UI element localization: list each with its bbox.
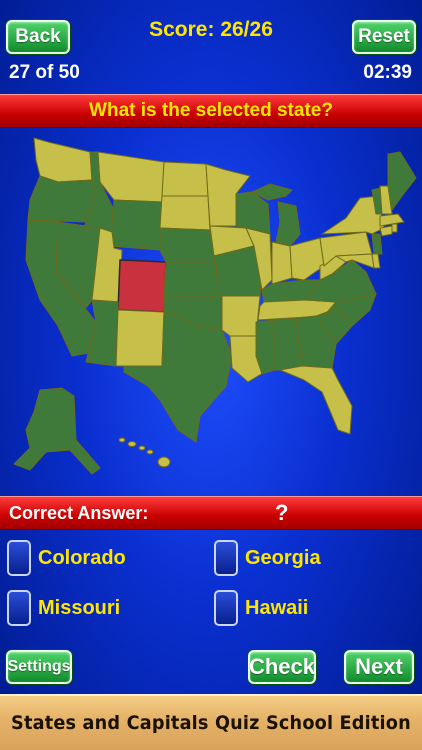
option-colorado[interactable]: Colorado [7, 539, 126, 577]
state-hawaii[interactable] [118, 437, 171, 468]
state-connecticut[interactable] [379, 225, 393, 237]
timer: 02:39 [363, 62, 412, 83]
state-michigan[interactable] [275, 201, 301, 247]
settings-button[interactable]: Settings [6, 650, 72, 684]
state-rhode-island[interactable] [391, 223, 398, 233]
option-label: Hawaii [245, 596, 309, 619]
state-new-jersey[interactable] [371, 233, 383, 255]
option-hawaii[interactable]: Hawaii [214, 589, 308, 627]
app-title-banner: States and Capitals Quiz School Edition [0, 694, 422, 750]
option-georgia[interactable]: Georgia [214, 539, 321, 577]
next-button[interactable]: Next [344, 650, 414, 684]
option-checkbox[interactable] [7, 540, 31, 576]
state-maine[interactable] [387, 151, 417, 211]
option-checkbox[interactable] [214, 590, 238, 626]
question-progress: 27 of 50 [9, 62, 80, 83]
app-title: States and Capitals Quiz School Edition [11, 712, 411, 734]
reset-button[interactable]: Reset [352, 20, 416, 54]
correct-answer-value: ? [275, 500, 289, 525]
option-label: Georgia [245, 546, 321, 569]
option-missouri[interactable]: Missouri [7, 589, 120, 627]
state-massachusetts[interactable] [379, 213, 405, 227]
state-oregon[interactable] [27, 175, 97, 223]
state-kansas[interactable] [163, 261, 219, 297]
state-wyoming[interactable] [109, 199, 163, 251]
state-ohio[interactable] [289, 237, 325, 281]
state-indiana[interactable] [271, 241, 293, 285]
state-colorado[interactable] [117, 259, 167, 313]
state-montana[interactable] [97, 151, 165, 203]
question-text: What is the selected state? [89, 100, 333, 121]
option-checkbox[interactable] [214, 540, 238, 576]
option-checkbox[interactable] [7, 590, 31, 626]
state-nebraska[interactable] [159, 227, 217, 263]
state-alaska[interactable] [13, 387, 101, 475]
state-arkansas[interactable] [221, 295, 261, 337]
us-map-svg [13, 137, 417, 475]
check-button[interactable]: Check [248, 650, 316, 684]
state-florida[interactable] [279, 365, 353, 435]
state-north-dakota[interactable] [161, 161, 209, 197]
us-map[interactable] [0, 130, 422, 492]
state-washington[interactable] [33, 137, 93, 183]
state-delaware[interactable] [371, 253, 381, 269]
option-label: Colorado [38, 546, 126, 569]
state-new-mexico[interactable] [115, 309, 165, 367]
state-south-dakota[interactable] [159, 195, 211, 231]
option-label: Missouri [38, 596, 121, 619]
correct-answer-label: Correct Answer: [9, 503, 149, 523]
